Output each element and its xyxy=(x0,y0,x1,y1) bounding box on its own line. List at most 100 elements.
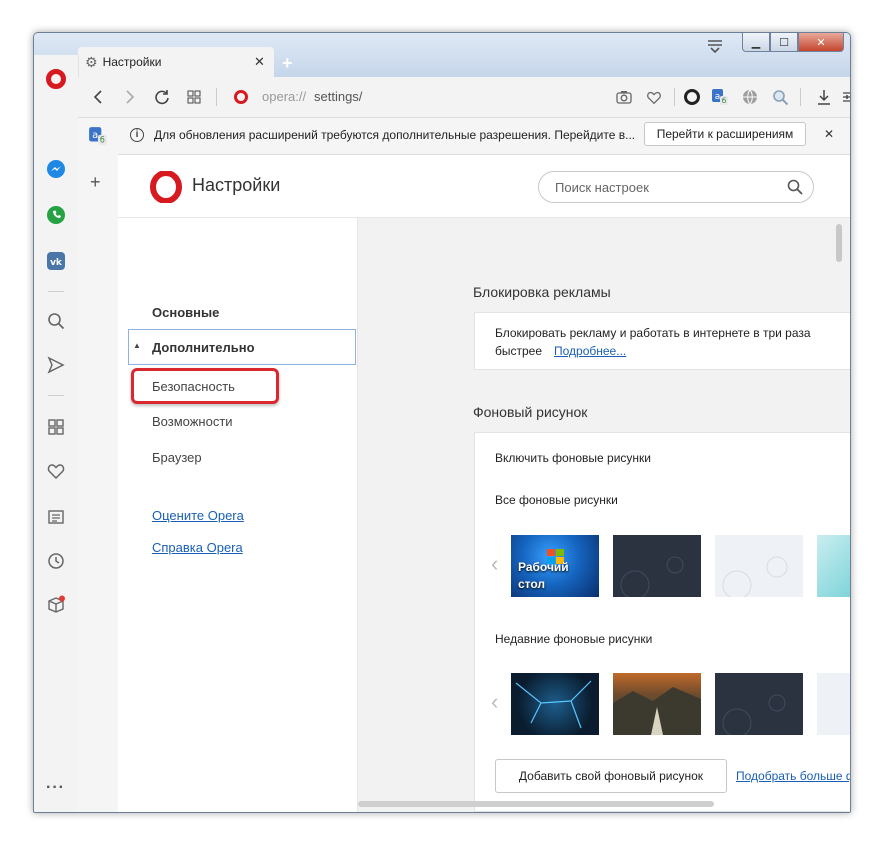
get-more-wallpapers-link[interactable]: Подобрать больше ф xyxy=(736,769,850,783)
adblock-text-line2: быстрее xyxy=(495,344,543,358)
settings-search-input[interactable]: Поиск настроек xyxy=(538,171,814,203)
info-glyph: i xyxy=(135,129,139,140)
gear-icon: ⚙ xyxy=(85,53,98,70)
nav-security[interactable]: Безопасность xyxy=(131,368,279,404)
circle-pattern-icon xyxy=(722,694,786,735)
maximize-button[interactable]: ☐ xyxy=(770,33,798,52)
history-icon[interactable] xyxy=(44,549,68,573)
nav-basic[interactable]: Основные xyxy=(152,305,219,320)
enable-wallpapers-label[interactable]: Включить фоновые рисунки xyxy=(495,451,651,465)
sidebar-separator xyxy=(48,395,64,396)
toolbar-divider xyxy=(674,88,675,106)
back-icon[interactable] xyxy=(88,87,108,107)
browser-window: ▁ ☐ ✕ ⚙ Настройки ✕ + vk ··· opera:// se… xyxy=(33,32,851,813)
tab-settings[interactable]: ⚙ Настройки ✕ xyxy=(78,47,274,77)
go-to-extensions-button[interactable]: Перейти к расширениям xyxy=(644,122,806,146)
easy-setup-icon[interactable] xyxy=(840,87,850,107)
horizontal-scrollbar-thumb[interactable] xyxy=(358,801,714,807)
svg-text:a: a xyxy=(92,130,98,141)
desktop-label-2: стол xyxy=(518,577,546,591)
adblock-card: Блокировать рекламу и работать в интерне… xyxy=(474,312,850,370)
prev-wallpapers-icon[interactable]: ‹ xyxy=(491,551,498,577)
opera-help-link[interactable]: Справка Opera xyxy=(152,540,243,555)
wallpaper-aqua[interactable] xyxy=(817,535,850,597)
tab-menu-icon[interactable] xyxy=(706,39,726,54)
whatsapp-icon[interactable] xyxy=(44,203,68,227)
opera-logo-icon xyxy=(46,69,66,89)
translator-extension-icon[interactable]: aб xyxy=(88,126,108,149)
svg-text:a: a xyxy=(715,92,721,102)
download-icon[interactable] xyxy=(814,87,834,107)
nav-features[interactable]: Возможности xyxy=(152,414,233,429)
adblock-text-line1: Блокировать рекламу и работать в интерне… xyxy=(495,326,811,340)
window-controls: ▁ ☐ ✕ xyxy=(742,33,844,53)
navigation-toolbar: opera:// settings/ aб xyxy=(78,77,850,118)
settings-main: Блокировка рекламы Блокировать рекламу и… xyxy=(358,218,850,812)
desktop-label-1: Рабочий xyxy=(518,560,569,574)
nav-advanced[interactable]: ▲ Дополнительно xyxy=(128,329,356,365)
page-search-icon[interactable] xyxy=(770,87,790,107)
close-window-button[interactable]: ✕ xyxy=(798,33,844,52)
minimize-button[interactable]: ▁ xyxy=(742,33,770,52)
search-icon xyxy=(787,179,803,195)
adblock-more-link[interactable]: Подробнее... xyxy=(554,344,626,358)
opera-logo-icon xyxy=(150,171,182,203)
expand-triangle-icon: ▲ xyxy=(133,341,141,350)
wallpaper-recent-dark[interactable] xyxy=(715,673,803,735)
svg-text:б: б xyxy=(722,97,726,105)
sidebar: vk ··· xyxy=(34,55,79,812)
prev-recent-icon[interactable]: ‹ xyxy=(491,689,498,715)
news-icon[interactable] xyxy=(44,505,68,529)
translator-icon[interactable]: aб xyxy=(710,87,730,107)
search-icon[interactable] xyxy=(44,309,68,333)
rate-opera-link[interactable]: Оцените Opera xyxy=(152,508,244,523)
vk-icon[interactable]: vk xyxy=(44,249,68,273)
notification-bar: i Для обновления расширений требуются до… xyxy=(118,118,850,155)
vpn-globe-icon[interactable] xyxy=(740,87,760,107)
address-bar[interactable]: opera:// settings/ xyxy=(228,83,608,111)
forward-icon[interactable] xyxy=(120,87,140,107)
speed-dial-icon[interactable] xyxy=(44,415,68,439)
svg-text:vk: vk xyxy=(50,258,63,268)
new-tab-button[interactable]: + xyxy=(282,53,293,74)
page-title: Настройки xyxy=(192,175,281,195)
opera-page-icon xyxy=(234,90,248,104)
bookmark-heart-icon[interactable] xyxy=(644,87,664,107)
add-extension-icon[interactable]: + xyxy=(90,172,101,193)
send-icon[interactable] xyxy=(44,353,68,377)
vertical-scrollbar-thumb[interactable] xyxy=(836,224,842,262)
wallpaper-light[interactable] xyxy=(715,535,803,597)
opera-menu-button[interactable] xyxy=(46,69,66,89)
close-notification-icon[interactable]: ✕ xyxy=(824,127,834,141)
camera-icon[interactable] xyxy=(614,87,634,107)
settings-page: Настройки Поиск настроек Основные ▲ Допо… xyxy=(118,155,850,812)
all-wallpapers-label: Все фоновые рисунки xyxy=(495,493,618,507)
url-prefix: opera:// xyxy=(262,89,307,104)
messenger-icon[interactable] xyxy=(44,157,68,181)
opera-extension-icon[interactable] xyxy=(682,87,702,107)
recent-wallpapers-label: Недавние фоновые рисунки xyxy=(495,632,653,646)
toolbar-divider xyxy=(216,88,217,106)
wallpaper-card: Включить фоновые рисунки Все фоновые рис… xyxy=(474,432,850,812)
info-icon: i xyxy=(130,128,144,142)
settings-nav: Основные ▲ Дополнительно Безопасность Во… xyxy=(118,218,358,812)
heart-icon[interactable] xyxy=(44,459,68,483)
settings-header: Настройки Поиск настроек xyxy=(118,155,850,218)
adblock-heading: Блокировка рекламы xyxy=(473,284,611,300)
extensions-icon[interactable] xyxy=(44,593,68,617)
circle-pattern-icon xyxy=(722,556,788,597)
tab-title: Настройки xyxy=(102,55,162,69)
wallpaper-recent-landscape[interactable] xyxy=(613,673,701,735)
wallpaper-dark[interactable] xyxy=(613,535,701,597)
wallpaper-recent-light[interactable] xyxy=(817,673,850,735)
wallpaper-recent-lightning[interactable] xyxy=(511,673,599,735)
nav-browser[interactable]: Браузер xyxy=(152,450,202,465)
tabs-grid-icon[interactable] xyxy=(184,87,204,107)
svg-text:б: б xyxy=(100,136,105,145)
wallpaper-desktop[interactable]: Рабочий стол xyxy=(511,535,599,597)
landscape-pattern-icon xyxy=(613,687,701,735)
close-tab-icon[interactable]: ✕ xyxy=(254,54,265,70)
add-wallpaper-button[interactable]: Добавить свой фоновый рисунок xyxy=(495,759,727,793)
reload-icon[interactable] xyxy=(152,87,172,107)
more-icon[interactable]: ··· xyxy=(46,779,65,797)
